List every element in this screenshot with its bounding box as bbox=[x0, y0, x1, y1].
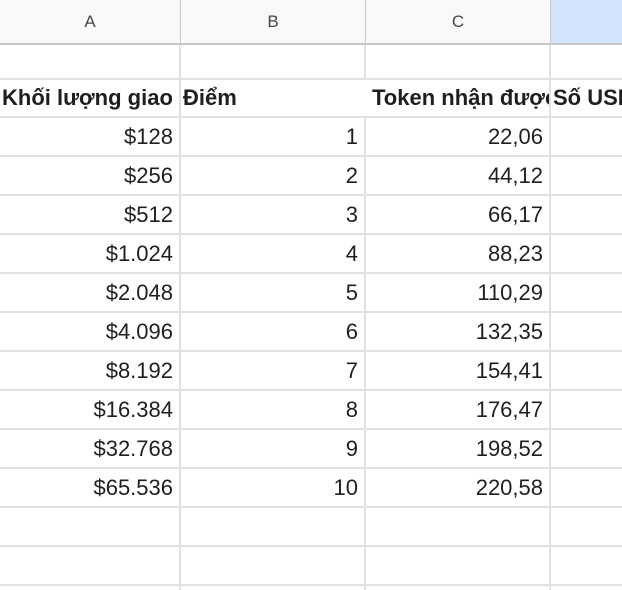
cell[interactable] bbox=[0, 586, 181, 590]
cell-trading-volume[interactable]: $256 bbox=[0, 157, 181, 194]
column-header-c[interactable]: C bbox=[366, 0, 551, 43]
header-row: Khối lượng giao dịch Điểm Token nhận đượ… bbox=[0, 80, 622, 118]
table-row bbox=[0, 508, 622, 547]
cell-tokens[interactable]: 154,41 bbox=[366, 352, 551, 389]
cell-points[interactable]: 6 bbox=[181, 313, 366, 350]
cell-trading-volume[interactable]: $128 bbox=[0, 118, 181, 155]
cell-trading-volume[interactable]: $2.048 bbox=[0, 274, 181, 311]
table-row: $1.024 4 88,23 bbox=[0, 235, 622, 274]
cell-header-usd[interactable]: Số USD bbox=[551, 80, 622, 116]
cell[interactable] bbox=[181, 45, 366, 78]
cell[interactable] bbox=[366, 547, 551, 584]
cell-trading-volume[interactable]: $16.384 bbox=[0, 391, 181, 428]
cell-header-tokens[interactable]: Token nhận được bbox=[366, 80, 551, 116]
cell-trading-volume[interactable]: $512 bbox=[0, 196, 181, 233]
cell[interactable] bbox=[181, 508, 366, 545]
column-header-d[interactable] bbox=[551, 0, 622, 43]
table-row: $16.384 8 176,47 bbox=[0, 391, 622, 430]
cell-usd[interactable] bbox=[551, 352, 622, 389]
column-header-a[interactable]: A bbox=[0, 0, 181, 43]
cell-tokens[interactable]: 176,47 bbox=[366, 391, 551, 428]
cell-tokens[interactable]: 132,35 bbox=[366, 313, 551, 350]
cell-grid: Khối lượng giao dịch Điểm Token nhận đượ… bbox=[0, 45, 622, 590]
cell[interactable] bbox=[551, 45, 622, 78]
cell-header-points[interactable]: Điểm bbox=[181, 80, 366, 116]
cell-usd[interactable] bbox=[551, 430, 622, 467]
cell-trading-volume[interactable]: $4.096 bbox=[0, 313, 181, 350]
table-row: $8.192 7 154,41 bbox=[0, 352, 622, 391]
cell-trading-volume[interactable]: $1.024 bbox=[0, 235, 181, 272]
cell[interactable] bbox=[0, 508, 181, 545]
cell-tokens[interactable]: 198,52 bbox=[366, 430, 551, 467]
cell-points[interactable]: 4 bbox=[181, 235, 366, 272]
cell-points[interactable]: 3 bbox=[181, 196, 366, 233]
cell-usd[interactable] bbox=[551, 235, 622, 272]
cell[interactable] bbox=[366, 508, 551, 545]
cell-points[interactable]: 2 bbox=[181, 157, 366, 194]
table-row bbox=[0, 45, 622, 80]
table-row bbox=[0, 547, 622, 586]
cell-tokens[interactable]: 220,58 bbox=[366, 469, 551, 506]
cell-tokens[interactable]: 66,17 bbox=[366, 196, 551, 233]
cell-points[interactable]: 8 bbox=[181, 391, 366, 428]
table-row: $32.768 9 198,52 bbox=[0, 430, 622, 469]
cell-points[interactable]: 1 bbox=[181, 118, 366, 155]
cell-tokens[interactable]: 44,12 bbox=[366, 157, 551, 194]
cell-points[interactable]: 10 bbox=[181, 469, 366, 506]
cell-usd[interactable] bbox=[551, 118, 622, 155]
cell[interactable] bbox=[366, 586, 551, 590]
table-row: $65.536 10 220,58 bbox=[0, 469, 622, 508]
table-row: $2.048 5 110,29 bbox=[0, 274, 622, 313]
cell-usd[interactable] bbox=[551, 157, 622, 194]
cell[interactable] bbox=[551, 586, 622, 590]
cell-tokens[interactable]: 88,23 bbox=[366, 235, 551, 272]
cell[interactable] bbox=[366, 45, 551, 78]
cell-usd[interactable] bbox=[551, 196, 622, 233]
column-header-b[interactable]: B bbox=[181, 0, 366, 43]
column-header-bar: A B C bbox=[0, 0, 622, 45]
cell[interactable] bbox=[551, 508, 622, 545]
table-row bbox=[0, 586, 622, 590]
cell-points[interactable]: 9 bbox=[181, 430, 366, 467]
cell-points[interactable]: 5 bbox=[181, 274, 366, 311]
cell-usd[interactable] bbox=[551, 313, 622, 350]
cell-tokens[interactable]: 110,29 bbox=[366, 274, 551, 311]
table-row: $4.096 6 132,35 bbox=[0, 313, 622, 352]
cell[interactable] bbox=[551, 547, 622, 584]
table-row: $256 2 44,12 bbox=[0, 157, 622, 196]
cell-trading-volume[interactable]: $8.192 bbox=[0, 352, 181, 389]
cell[interactable] bbox=[0, 547, 181, 584]
cell-trading-volume[interactable]: $32.768 bbox=[0, 430, 181, 467]
cell-usd[interactable] bbox=[551, 274, 622, 311]
table-row: $128 1 22,06 bbox=[0, 118, 622, 157]
cell-points[interactable]: 7 bbox=[181, 352, 366, 389]
spreadsheet: A B C Khối lượng giao dịch Điểm Token nh… bbox=[0, 0, 622, 590]
cell-usd[interactable] bbox=[551, 469, 622, 506]
cell[interactable] bbox=[0, 45, 181, 78]
cell[interactable] bbox=[181, 547, 366, 584]
cell-header-trading-volume[interactable]: Khối lượng giao dịch bbox=[0, 80, 181, 116]
cell[interactable] bbox=[181, 586, 366, 590]
cell-tokens[interactable]: 22,06 bbox=[366, 118, 551, 155]
table-row: $512 3 66,17 bbox=[0, 196, 622, 235]
cell-trading-volume[interactable]: $65.536 bbox=[0, 469, 181, 506]
cell-usd[interactable] bbox=[551, 391, 622, 428]
